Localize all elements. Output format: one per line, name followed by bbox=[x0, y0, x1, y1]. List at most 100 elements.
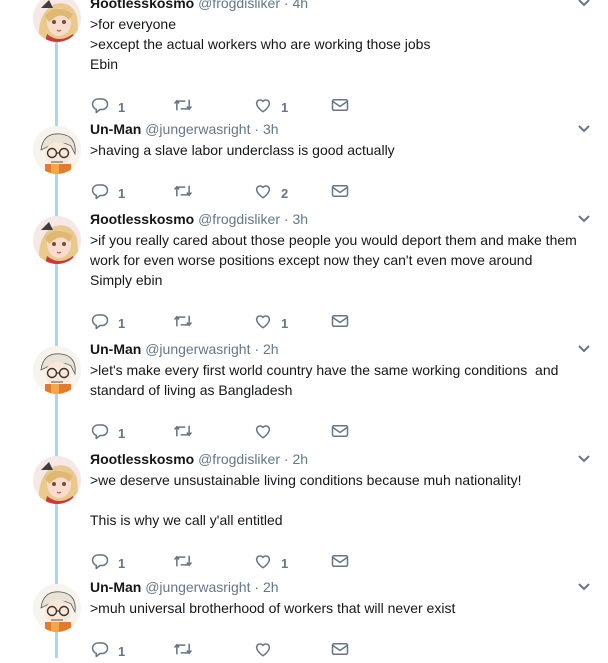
display-name[interactable]: Un-Man bbox=[90, 341, 141, 357]
timestamp[interactable]: 3h bbox=[292, 211, 308, 227]
separator-dot: · bbox=[254, 121, 260, 137]
tweet-text-line bbox=[90, 490, 522, 510]
tweet-header: Яootlesskosmo @frogdisliker · 3h bbox=[90, 210, 308, 228]
tweet-text: >muh universal brotherhood of workers th… bbox=[90, 598, 455, 618]
tweet-header: Яootlesskosmo @frogdisliker · 4h bbox=[90, 0, 308, 12]
like-button[interactable]: 1 bbox=[254, 97, 288, 117]
more-options-chevron-down-icon[interactable] bbox=[576, 340, 592, 356]
display-name[interactable]: Яootlesskosmo bbox=[90, 211, 194, 227]
retweet-button[interactable] bbox=[173, 183, 202, 203]
heart-icon bbox=[254, 640, 272, 663]
more-options-chevron-down-icon[interactable] bbox=[576, 0, 592, 10]
like-button[interactable] bbox=[254, 423, 281, 443]
tweet-header: Un-Man @jungerwasright · 3h bbox=[90, 120, 279, 138]
envelope-icon bbox=[331, 97, 349, 118]
like-button[interactable]: 2 bbox=[254, 183, 288, 203]
user-handle[interactable]: @jungerwasright bbox=[145, 341, 250, 357]
reply-count: 1 bbox=[118, 99, 126, 115]
timestamp[interactable]: 4h bbox=[292, 0, 308, 11]
like-count: 1 bbox=[281, 99, 289, 115]
user-handle[interactable]: @frogdisliker bbox=[198, 451, 280, 467]
retweet-button[interactable] bbox=[173, 313, 202, 333]
tweet-text-line: Ebin bbox=[90, 56, 119, 72]
display-name[interactable]: Un-Man bbox=[90, 121, 141, 137]
avatar[interactable] bbox=[33, 126, 81, 174]
reply-button[interactable]: 1 bbox=[91, 423, 125, 443]
like-button[interactable]: 1 bbox=[254, 313, 288, 333]
reply-button[interactable]: 1 bbox=[91, 183, 125, 203]
retweet-button[interactable] bbox=[173, 423, 202, 443]
reply-icon bbox=[91, 552, 109, 575]
reply-count: 1 bbox=[118, 425, 126, 441]
tweet-text: >if you really cared about those people … bbox=[90, 230, 577, 290]
display-name[interactable]: Un-Man bbox=[90, 579, 141, 595]
reply-count: 1 bbox=[118, 643, 126, 659]
separator-dot: · bbox=[254, 341, 260, 357]
retweet-icon bbox=[173, 552, 193, 575]
tweet-text: >let's make every first world country ha… bbox=[90, 360, 558, 400]
direct-message-button[interactable] bbox=[331, 97, 349, 117]
more-options-chevron-down-icon[interactable] bbox=[576, 578, 592, 594]
tweet-text-line: >except the actual workers who are worki… bbox=[90, 36, 431, 52]
direct-message-button[interactable] bbox=[331, 423, 349, 443]
tweet-text: >we deserve unsustainable living conditi… bbox=[90, 470, 522, 530]
tweet-text: >for everyone >except the actual workers … bbox=[90, 14, 430, 74]
like-button[interactable]: 1 bbox=[254, 553, 288, 573]
tweet-text: >having a slave labor underclass is good… bbox=[90, 140, 395, 160]
retweet-button[interactable] bbox=[173, 641, 202, 661]
envelope-icon bbox=[331, 183, 349, 204]
tweet-actions: 12 bbox=[91, 183, 361, 203]
reply-button[interactable]: 1 bbox=[91, 553, 125, 573]
like-count: 1 bbox=[281, 315, 289, 331]
direct-message-button[interactable] bbox=[331, 641, 349, 661]
separator-dot: · bbox=[283, 451, 289, 467]
reply-button[interactable]: 1 bbox=[91, 97, 125, 117]
heart-icon bbox=[254, 422, 272, 445]
tweet-text-line: >let's make every first world country ha… bbox=[90, 362, 559, 378]
direct-message-button[interactable] bbox=[331, 553, 349, 573]
tweet-actions: 1 bbox=[91, 641, 361, 661]
heart-icon bbox=[254, 96, 272, 119]
timestamp[interactable]: 3h bbox=[263, 121, 279, 137]
reply-button[interactable]: 1 bbox=[91, 641, 125, 661]
like-button[interactable] bbox=[254, 641, 281, 661]
reply-button[interactable]: 1 bbox=[91, 313, 125, 333]
heart-icon bbox=[254, 182, 272, 205]
tweet-text-line: standard of living as Bangladesh bbox=[90, 382, 293, 398]
display-name[interactable]: Яootlesskosmo bbox=[90, 451, 194, 467]
timestamp[interactable]: 2h bbox=[292, 451, 308, 467]
avatar[interactable] bbox=[33, 456, 81, 504]
reply-icon bbox=[91, 182, 109, 205]
more-options-chevron-down-icon[interactable] bbox=[576, 120, 592, 136]
user-handle[interactable]: @frogdisliker bbox=[198, 0, 280, 11]
tweet-header: Un-Man @jungerwasright · 2h bbox=[90, 578, 279, 596]
timestamp[interactable]: 2h bbox=[263, 579, 279, 595]
reply-icon bbox=[91, 312, 109, 335]
avatar[interactable] bbox=[33, 584, 81, 632]
tweet-text-line: work for even worse positions except now… bbox=[90, 252, 533, 268]
direct-message-button[interactable] bbox=[331, 183, 349, 203]
tweet-header: Un-Man @jungerwasright · 2h bbox=[90, 340, 279, 358]
retweet-button[interactable] bbox=[173, 553, 202, 573]
user-handle[interactable]: @jungerwasright bbox=[145, 579, 250, 595]
more-options-chevron-down-icon[interactable] bbox=[576, 450, 592, 466]
direct-message-button[interactable] bbox=[331, 313, 349, 333]
display-name[interactable]: Яootlesskosmo bbox=[90, 0, 194, 11]
more-options-chevron-down-icon[interactable] bbox=[576, 210, 592, 226]
tweet-text-line: >we deserve unsustainable living conditi… bbox=[90, 472, 522, 488]
envelope-icon bbox=[331, 313, 349, 334]
reply-count: 1 bbox=[118, 315, 126, 331]
tweet-actions: 11 bbox=[91, 553, 361, 573]
timestamp[interactable]: 2h bbox=[263, 341, 279, 357]
retweet-button[interactable] bbox=[173, 97, 202, 117]
envelope-icon bbox=[331, 423, 349, 444]
avatar[interactable] bbox=[33, 0, 81, 42]
user-handle[interactable]: @jungerwasright bbox=[145, 121, 250, 137]
like-count: 1 bbox=[281, 555, 289, 571]
reply-count: 1 bbox=[118, 185, 126, 201]
tweet-actions: 11 bbox=[91, 313, 361, 333]
avatar[interactable] bbox=[33, 346, 81, 394]
user-handle[interactable]: @frogdisliker bbox=[198, 211, 280, 227]
avatar[interactable] bbox=[33, 216, 81, 264]
retweet-icon bbox=[173, 312, 193, 335]
